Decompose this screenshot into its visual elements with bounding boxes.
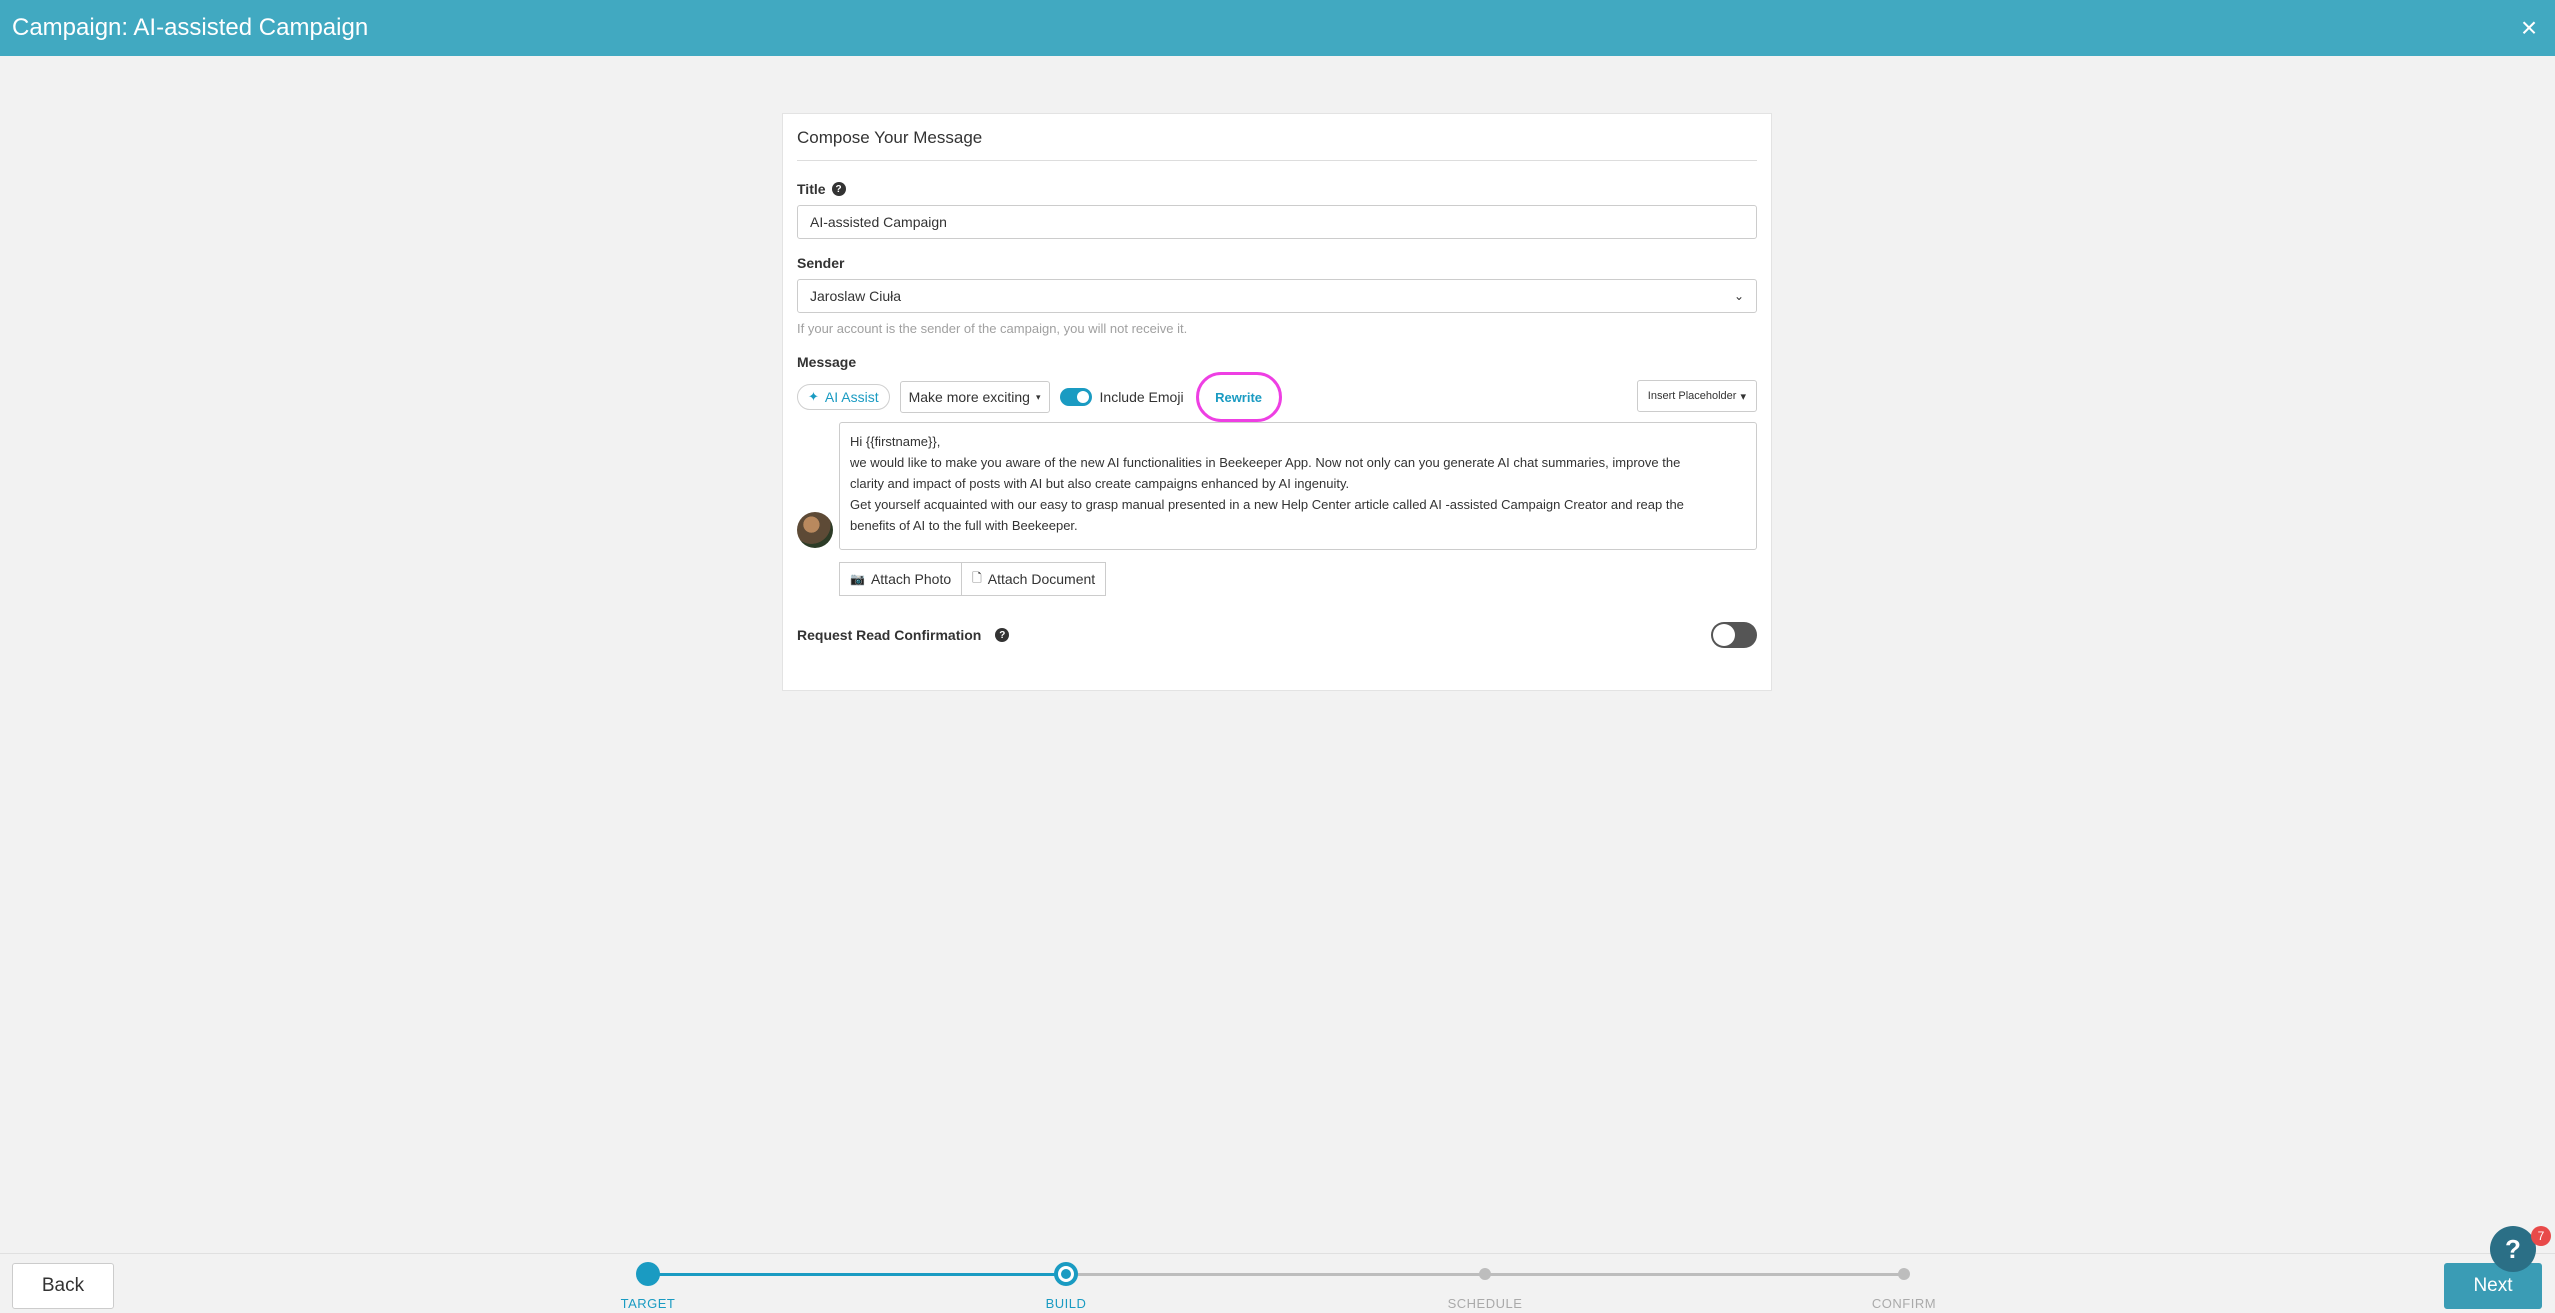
message-textarea[interactable]: Hi {{firstname}}, we would like to make … <box>839 422 1757 550</box>
caret-down-icon: ▾ <box>1035 391 1041 402</box>
message-line: Get yourself acquainted with our easy to… <box>850 497 1684 512</box>
insert-placeholder-button[interactable]: Insert Placeholder ▾ <box>1636 380 1757 412</box>
sender-label-text: Sender <box>797 255 845 271</box>
message-label-text: Message <box>797 354 857 370</box>
include-emoji-label: Include Emoji <box>1099 389 1184 405</box>
compose-card: Compose Your Message Title ? Sender Jaro… <box>782 113 1772 691</box>
help-widget-icon[interactable]: ? <box>2490 1226 2536 1272</box>
back-button[interactable]: Back <box>12 1263 114 1309</box>
close-icon[interactable]: × <box>2515 14 2543 42</box>
page-title: Campaign: AI-assisted Campaign <box>12 14 369 41</box>
step-dot-schedule[interactable] <box>1479 1268 1491 1280</box>
title-label-text: Title <box>797 181 826 197</box>
camera-icon: 📷 <box>850 572 865 586</box>
read-confirmation-toggle[interactable] <box>1711 622 1757 648</box>
rewrite-mode-label: Make more exciting <box>908 389 1030 405</box>
rewrite-mode-dropdown[interactable]: Make more exciting ▾ <box>899 381 1050 413</box>
stepper-track-complete <box>648 1273 1066 1276</box>
read-confirmation-text: Request Read Confirmation <box>797 627 982 643</box>
attach-photo-button[interactable]: 📷 Attach Photo <box>839 562 963 596</box>
step-label-confirm: CONFIRM <box>1871 1296 1937 1311</box>
message-line: benefits of AI to the full with Beekeepe… <box>850 518 1078 533</box>
next-button[interactable]: Next <box>2444 1263 2542 1309</box>
sparkle-icon: ✦ <box>808 389 819 404</box>
read-confirmation-label: Request Read Confirmation ? <box>797 627 1010 643</box>
sender-select[interactable]: Jaroslaw Ciuła ⌄ <box>797 279 1757 313</box>
sender-hint: If your account is the sender of the cam… <box>797 321 1188 336</box>
attach-document-button[interactable]: 🗋 Attach Document <box>962 562 1107 596</box>
attachment-buttons: 📷 Attach Photo 🗋 Attach Document <box>839 562 1757 596</box>
step-dot-build[interactable] <box>1054 1262 1078 1286</box>
chevron-down-icon: ⌄ <box>1733 289 1744 303</box>
avatar <box>797 512 833 548</box>
title-label: Title ? <box>797 181 1757 197</box>
attach-photo-label: Attach Photo <box>870 571 952 587</box>
ai-assist-button[interactable]: ✦ AI Assist <box>797 384 890 410</box>
message-line: Hi {{firstname}}, <box>850 434 941 449</box>
step-dot-confirm[interactable] <box>1898 1268 1910 1280</box>
question-circle-icon[interactable]: ? <box>995 628 1010 642</box>
compose-heading: Compose Your Message <box>797 128 1757 161</box>
bottom-bar: TARGET BUILD SCHEDULE CONFIRM Back Next <box>0 1253 2555 1313</box>
document-icon: 🗋 <box>972 570 982 585</box>
step-label-target: TARGET <box>620 1296 676 1311</box>
sender-label: Sender <box>797 255 1757 271</box>
step-label-build: BUILD <box>1045 1296 1087 1311</box>
step-dot-target[interactable] <box>636 1262 660 1286</box>
message-line: we would like to make you aware of the n… <box>850 455 1681 470</box>
read-confirmation-row: Request Read Confirmation ? <box>797 622 1757 648</box>
ai-assist-label: AI Assist <box>824 389 879 405</box>
ai-toolbar: ✦ AI Assist Make more exciting ▾ Include… <box>797 372 1757 422</box>
rewrite-button[interactable]: Rewrite <box>1195 372 1282 422</box>
insert-placeholder-label: Insert Placeholder <box>1647 390 1737 402</box>
top-bar: Campaign: AI-assisted Campaign × <box>0 0 2555 56</box>
message-area: Hi {{firstname}}, we would like to make … <box>797 422 1757 550</box>
progress-stepper: TARGET BUILD SCHEDULE CONFIRM <box>0 1254 2555 1313</box>
title-input[interactable] <box>797 205 1757 239</box>
sender-value: Jaroslaw Ciuła <box>810 288 902 304</box>
notification-badge: 7 <box>2531 1226 2551 1246</box>
attach-document-label: Attach Document <box>987 571 1096 587</box>
question-circle-icon[interactable]: ? <box>831 182 846 196</box>
message-label: Message <box>797 354 1757 370</box>
include-emoji-toggle[interactable] <box>1059 388 1092 406</box>
step-label-schedule: SCHEDULE <box>1447 1296 1523 1311</box>
message-line: clarity and impact of posts with AI but … <box>850 476 1350 491</box>
caret-down-icon: ▾ <box>1740 390 1746 403</box>
